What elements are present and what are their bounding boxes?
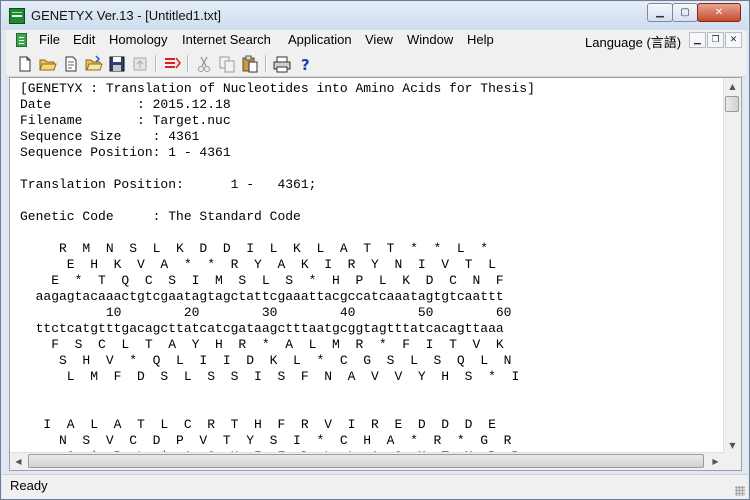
document-minimize-button[interactable]: ▁ — [689, 32, 706, 48]
horizontal-scroll-thumb[interactable] — [28, 454, 704, 468]
menu-language[interactable]: Language (言語) — [585, 32, 681, 51]
vertical-scroll-thumb[interactable] — [725, 96, 739, 112]
document-line: Sequence Size : 4361 — [20, 129, 200, 144]
application-window: GENETYX Ver.13 - [Untitled1.txt] ▁ ▢ ✕ F… — [0, 0, 750, 500]
svg-text:?: ? — [301, 56, 310, 74]
document-line: R M N S L K D D I L K L A T T * * L * — [20, 241, 489, 256]
scroll-down-icon[interactable]: ▼ — [724, 437, 741, 454]
menu-bar: File Edit Homology Internet Search Appli… — [6, 30, 746, 51]
new-document-icon[interactable] — [15, 54, 35, 74]
document-line: F S C L T A Y H R * A L M R * F I T V K — [20, 337, 504, 352]
document-line: Filename : Target.nuc — [20, 113, 231, 128]
vertical-scrollbar[interactable]: ▲ ▼ — [723, 78, 741, 454]
scroll-right-icon[interactable]: ▶ — [707, 453, 724, 470]
document-line: Genetic Code : The Standard Code — [20, 209, 301, 224]
scroll-left-icon[interactable]: ◀ — [10, 453, 27, 470]
menu-application[interactable]: Application — [288, 32, 352, 47]
document-line: Sequence Position: 1 - 4361 — [20, 145, 231, 160]
open-folder-icon[interactable] — [38, 54, 58, 74]
menu-help[interactable]: Help — [467, 32, 494, 47]
toolbar: ? — [6, 51, 746, 77]
help-icon[interactable]: ? — [295, 54, 315, 74]
document-close-button[interactable]: ✕ — [725, 32, 742, 48]
document-line: E H K V A * * R Y A K I R Y N I V T L — [20, 257, 496, 272]
document-line: Translation Position: 1 - 4361; — [20, 177, 317, 192]
toolbar-separator — [265, 55, 267, 72]
document-menu-icon[interactable] — [14, 32, 30, 48]
resize-grip-icon[interactable] — [735, 486, 745, 496]
copy-icon[interactable] — [217, 54, 237, 74]
window-title: GENETYX Ver.13 - [Untitled1.txt] — [31, 8, 222, 23]
document-line: L M F D S L S S I S F N A V V Y H S * I — [20, 369, 520, 384]
status-text: Ready — [10, 478, 48, 493]
minimize-button[interactable]: ▁ — [647, 3, 673, 22]
save-icon[interactable] — [107, 54, 127, 74]
menu-window[interactable]: Window — [407, 32, 453, 47]
document-line: Date : 2015.12.18 — [20, 97, 231, 112]
menu-internet-search[interactable]: Internet Search — [182, 32, 271, 47]
document-text[interactable]: [GENETYX : Translation of Nucleotides in… — [20, 81, 720, 453]
document-line: ttctcatgtttgacagcttatcatcgataagctttaatgc… — [20, 321, 504, 336]
menu-view[interactable]: View — [365, 32, 393, 47]
title-bar[interactable]: GENETYX Ver.13 - [Untitled1.txt] ▁ ▢ ✕ — [2, 2, 748, 30]
open-file-icon[interactable] — [84, 54, 104, 74]
status-bar: Ready — [2, 474, 748, 499]
document-line: 10 20 30 40 50 60 — [20, 305, 512, 320]
cut-icon[interactable] — [194, 54, 214, 74]
scroll-up-icon[interactable]: ▲ — [724, 78, 741, 95]
paste-icon[interactable] — [240, 54, 260, 74]
menu-file[interactable]: File — [39, 32, 60, 47]
menu-edit[interactable]: Edit — [73, 32, 95, 47]
document-line: E * T Q C S I M S L S * H P L K D C N F — [20, 273, 504, 288]
text-editor[interactable]: [GENETYX : Translation of Nucleotides in… — [9, 77, 742, 471]
document-line: aagagtacaaactgtcgaatagtagctattcgaaattacg… — [20, 289, 504, 304]
horizontal-scrollbar[interactable]: ◀ ▶ — [10, 452, 724, 470]
document-line: I A L A T L C R T H F R V I R E D D D E — [20, 417, 496, 432]
menu-homology[interactable]: Homology — [109, 32, 168, 47]
document-line: S H V * Q L I I D K L * C G S L S Q L N — [20, 353, 512, 368]
close-button[interactable]: ✕ — [697, 3, 741, 22]
sequence-list-icon[interactable] — [162, 54, 182, 74]
maximize-button[interactable]: ▢ — [672, 3, 698, 22]
print-icon[interactable] — [272, 54, 292, 74]
document-line: [GENETYX : Translation of Nucleotides in… — [20, 81, 535, 96]
document-restore-button[interactable]: ❐ — [707, 32, 724, 48]
save-as-icon[interactable] — [130, 54, 150, 74]
document-line: N S V C D P V T Y S I * C H A * R * G R — [20, 433, 512, 448]
scrollbar-corner — [724, 453, 741, 470]
toolbar-separator — [155, 55, 157, 72]
genetyx-app-icon — [9, 8, 25, 24]
new-sequence-icon[interactable] — [61, 54, 81, 74]
toolbar-separator — [187, 55, 189, 72]
